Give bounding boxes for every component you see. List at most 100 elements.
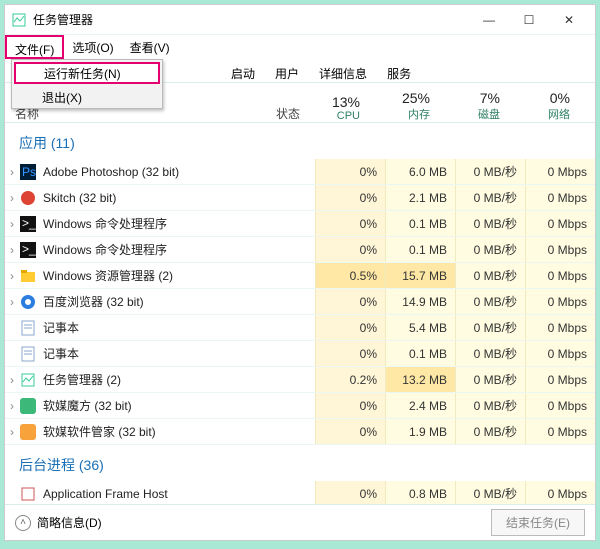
- cpu-cell: 0%: [315, 315, 385, 340]
- process-row[interactable]: ›Skitch (32 bit)0%2.1 MB0 MB/秒0 Mbps: [5, 185, 595, 211]
- task-manager-window: 任务管理器 — ☐ ✕ 文件(F) 选项(O) 查看(V) 运行新任务(N) 退…: [4, 4, 596, 541]
- process-name: 软媒软件管家 (32 bit): [41, 423, 225, 440]
- process-list[interactable]: 应用 (11) ›PsAdobe Photoshop (32 bit)0%6.0…: [5, 123, 595, 504]
- cpu-cell: 0%: [315, 159, 385, 184]
- process-name: 软媒魔方 (32 bit): [41, 397, 225, 414]
- process-name: Application Frame Host: [41, 487, 225, 501]
- network-cell: 0 Mbps: [525, 315, 595, 340]
- mem-label: 内存: [370, 106, 430, 122]
- network-cell: 0 Mbps: [525, 367, 595, 392]
- cpu-cell: 0%: [315, 185, 385, 210]
- expand-icon[interactable]: ›: [5, 243, 19, 257]
- disk-cell: 0 MB/秒: [455, 419, 525, 444]
- svg-text:>_: >_: [22, 242, 36, 256]
- expand-icon[interactable]: ›: [5, 269, 19, 283]
- network-cell: 0 Mbps: [525, 185, 595, 210]
- process-row[interactable]: 记事本0%0.1 MB0 MB/秒0 Mbps: [5, 341, 595, 367]
- network-cell: 0 Mbps: [525, 481, 595, 504]
- process-icon: >_: [19, 242, 37, 258]
- cpu-cell: 0%: [315, 289, 385, 314]
- disk-cell: 0 MB/秒: [455, 237, 525, 262]
- expand-icon[interactable]: ›: [5, 165, 19, 179]
- disk-cell: 0 MB/秒: [455, 393, 525, 418]
- menu-view[interactable]: 查看(V): [122, 35, 178, 59]
- mem-percent: 25%: [370, 90, 430, 106]
- cpu-cell: 0%: [315, 341, 385, 366]
- net-percent: 0%: [510, 90, 570, 106]
- menu-run-new-task[interactable]: 运行新任务(N): [14, 62, 160, 84]
- network-cell: 0 Mbps: [525, 237, 595, 262]
- group-apps[interactable]: 应用 (11): [5, 123, 595, 159]
- process-row[interactable]: ›>_Windows 命令处理程序0%0.1 MB0 MB/秒0 Mbps: [5, 211, 595, 237]
- header-status[interactable]: 状态: [220, 105, 300, 122]
- memory-cell: 14.9 MB: [385, 289, 455, 314]
- disk-cell: 0 MB/秒: [455, 263, 525, 288]
- tab-startup[interactable]: 启动: [223, 63, 263, 82]
- expand-icon[interactable]: ›: [5, 425, 19, 439]
- header-disk[interactable]: 7% 磁盘: [440, 90, 510, 122]
- network-cell: 0 Mbps: [525, 289, 595, 314]
- minimize-button[interactable]: —: [469, 6, 509, 34]
- svg-text:Ps: Ps: [22, 165, 36, 179]
- process-row[interactable]: ›Windows 资源管理器 (2)0.5%15.7 MB0 MB/秒0 Mbp…: [5, 263, 595, 289]
- memory-cell: 5.4 MB: [385, 315, 455, 340]
- memory-cell: 15.7 MB: [385, 263, 455, 288]
- process-name: 记事本: [41, 345, 225, 362]
- process-name: 百度浏览器 (32 bit): [41, 293, 225, 310]
- expand-icon[interactable]: ›: [5, 373, 19, 387]
- memory-cell: 1.9 MB: [385, 419, 455, 444]
- process-row[interactable]: ›>_Windows 命令处理程序0%0.1 MB0 MB/秒0 Mbps: [5, 237, 595, 263]
- disk-cell: 0 MB/秒: [455, 341, 525, 366]
- memory-cell: 0.1 MB: [385, 237, 455, 262]
- cpu-label: CPU: [300, 110, 360, 122]
- network-cell: 0 Mbps: [525, 341, 595, 366]
- process-icon: [19, 320, 37, 336]
- cpu-cell: 0%: [315, 481, 385, 504]
- group-background[interactable]: 后台进程 (36): [5, 445, 595, 481]
- chevron-up-icon: ˄: [15, 515, 31, 531]
- end-task-button[interactable]: 结束任务(E): [491, 509, 585, 536]
- process-name: Adobe Photoshop (32 bit): [41, 165, 225, 179]
- cpu-cell: 0.5%: [315, 263, 385, 288]
- menu-file[interactable]: 文件(F): [5, 35, 64, 59]
- window-title: 任务管理器: [33, 11, 469, 28]
- header-memory[interactable]: 25% 内存: [370, 90, 440, 122]
- app-icon: [11, 12, 27, 28]
- process-row[interactable]: 记事本0%5.4 MB0 MB/秒0 Mbps: [5, 315, 595, 341]
- process-row[interactable]: Application Frame Host0%0.8 MB0 MB/秒0 Mb…: [5, 481, 595, 504]
- fewer-details-link[interactable]: 简略信息(D): [37, 514, 102, 531]
- net-label: 网络: [510, 106, 570, 122]
- process-icon: [19, 486, 37, 502]
- expand-icon[interactable]: ›: [5, 399, 19, 413]
- maximize-button[interactable]: ☐: [509, 6, 549, 34]
- tab-details[interactable]: 详细信息: [311, 63, 375, 82]
- menu-options[interactable]: 选项(O): [64, 35, 121, 59]
- network-cell: 0 Mbps: [525, 211, 595, 236]
- process-icon: [19, 294, 37, 310]
- header-cpu[interactable]: 13% CPU: [300, 94, 370, 122]
- header-network[interactable]: 0% 网络: [510, 90, 580, 122]
- titlebar: 任务管理器 — ☐ ✕: [5, 5, 595, 35]
- disk-cell: 0 MB/秒: [455, 289, 525, 314]
- tab-services[interactable]: 服务: [379, 63, 419, 82]
- process-row[interactable]: › 百度浏览器 (32 bit) 0%14.9 MB0 MB/秒0 Mbps: [5, 289, 595, 315]
- process-icon: [19, 190, 37, 206]
- process-name: 任务管理器 (2): [41, 371, 225, 388]
- process-icon: >_: [19, 216, 37, 232]
- network-cell: 0 Mbps: [525, 393, 595, 418]
- expand-icon[interactable]: ›: [5, 191, 19, 205]
- process-row[interactable]: ›软媒魔方 (32 bit)0%2.4 MB0 MB/秒0 Mbps: [5, 393, 595, 419]
- tab-users[interactable]: 用户: [267, 63, 307, 82]
- process-row[interactable]: ›任务管理器 (2)0.2%13.2 MB0 MB/秒0 Mbps: [5, 367, 595, 393]
- disk-cell: 0 MB/秒: [455, 367, 525, 392]
- menu-exit[interactable]: 退出(X): [12, 86, 162, 108]
- process-row[interactable]: ›PsAdobe Photoshop (32 bit)0%6.0 MB0 MB/…: [5, 159, 595, 185]
- process-icon: [19, 398, 37, 414]
- process-icon: [19, 268, 37, 284]
- process-row[interactable]: ›软媒软件管家 (32 bit)0%1.9 MB0 MB/秒0 Mbps: [5, 419, 595, 445]
- expand-icon[interactable]: ›: [5, 295, 19, 309]
- disk-label: 磁盘: [440, 106, 500, 122]
- disk-cell: 0 MB/秒: [455, 481, 525, 504]
- close-button[interactable]: ✕: [549, 6, 589, 34]
- expand-icon[interactable]: ›: [5, 217, 19, 231]
